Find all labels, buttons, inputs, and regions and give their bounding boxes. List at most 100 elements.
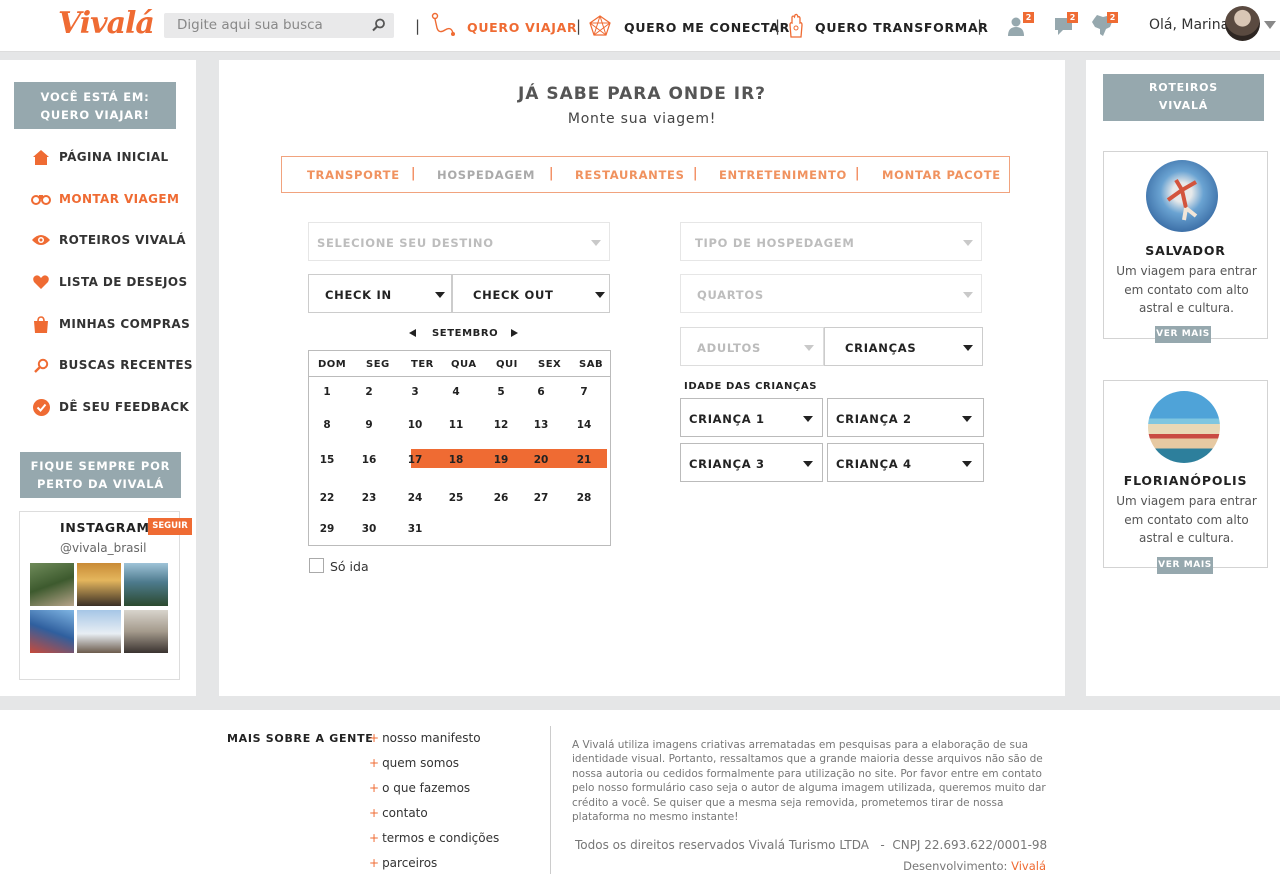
tab-montar-pacote[interactable]: MONTAR PACOTE — [882, 168, 1001, 182]
check-out-label: CHECK OUT — [473, 288, 554, 302]
check-in-select[interactable]: CHECK IN — [308, 274, 452, 313]
calendar-day[interactable]: 9 — [354, 419, 384, 431]
calendar-day[interactable]: 25 — [441, 492, 471, 504]
calendar-day[interactable]: 7 — [569, 386, 599, 398]
calendar-day[interactable]: 10 — [400, 419, 430, 431]
sidebar-item-label: DÊ SEU FEEDBACK — [59, 400, 190, 414]
sidebar-item-lista-de-desejos[interactable]: LISTA DE DESEJOS — [30, 271, 188, 293]
weekday-dom: DOM — [318, 359, 347, 370]
calendar-day[interactable]: 26 — [486, 492, 516, 504]
prev-month-icon[interactable] — [409, 329, 416, 337]
calendar-day[interactable]: 17 — [400, 454, 430, 466]
footer-link-quem-somos[interactable]: + quem somos — [369, 756, 459, 770]
footer-link-label[interactable]: contato — [382, 806, 428, 820]
calendar-day[interactable]: 15 — [312, 454, 342, 466]
adults-select[interactable]: ADULTOS — [680, 327, 824, 366]
route-card-florianopolis[interactable]: FLORIANÓPOLIS Um viagem para entrar em c… — [1103, 380, 1268, 574]
sidebar-item-montar-viagem[interactable]: MONTAR VIAGEM — [30, 188, 179, 210]
child-4-select[interactable]: CRIANÇA 4 — [827, 443, 984, 482]
footer-link-parceiros[interactable]: + parceiros — [369, 856, 437, 870]
search-icon[interactable] — [372, 18, 386, 32]
tab-hospedagem[interactable]: HOSPEDAGEM — [437, 168, 535, 182]
tab-entretenimento[interactable]: ENTRETENIMENTO — [719, 168, 847, 182]
calendar-day[interactable]: 4 — [441, 386, 471, 398]
calendar-day[interactable]: 21 — [569, 454, 599, 466]
footer-link-termos[interactable]: + termos e condições — [369, 831, 499, 845]
ver-mais-button[interactable]: VER MAIS — [1157, 557, 1213, 574]
calendar-day[interactable]: 13 — [526, 419, 556, 431]
calendar-day[interactable]: 23 — [354, 492, 384, 504]
footer-link-label[interactable]: termos e condições — [382, 831, 499, 845]
route-card-salvador[interactable]: SALVADOR Um viagem para entrar em contat… — [1103, 151, 1268, 343]
page-subtitle: Monte sua viagem! — [567, 111, 717, 127]
chevron-down-icon[interactable] — [1264, 21, 1276, 29]
calendar-day[interactable]: 16 — [354, 454, 384, 466]
footer-dev-link[interactable]: Vivalá — [1011, 859, 1046, 873]
calendar-day[interactable]: 2 — [354, 386, 384, 398]
calendar-day[interactable]: 19 — [486, 454, 516, 466]
next-month-icon[interactable] — [511, 329, 518, 337]
weekday-qua: QUA — [451, 359, 477, 370]
calendar-day[interactable]: 5 — [486, 386, 516, 398]
child-2-select[interactable]: CRIANÇA 2 — [827, 398, 984, 437]
calendar-day[interactable]: 18 — [441, 454, 471, 466]
lodging-type-select[interactable]: TIPO DE HOSPEDAGEM — [680, 222, 982, 261]
calendar-day[interactable]: 22 — [312, 492, 342, 504]
calendar-day[interactable]: 20 — [526, 454, 556, 466]
destination-select[interactable]: SELECIONE SEU DESTINO — [308, 222, 610, 261]
instagram-photo[interactable] — [124, 610, 168, 653]
calendar-day[interactable]: 24 — [400, 492, 430, 504]
footer-link-label[interactable]: nosso manifesto — [382, 731, 481, 745]
calendar-day[interactable]: 31 — [400, 523, 430, 535]
footer-disclaimer: A Vivalá utiliza imagens criativas arrem… — [572, 739, 1046, 824]
location-label: VOCÊ ESTÁ EM: — [40, 90, 150, 104]
sidebar-item-de-seu-feedback[interactable]: DÊ SEU FEEDBACK — [30, 396, 189, 418]
search-input[interactable]: Digite aqui sua busca — [177, 17, 323, 33]
instagram-photo[interactable] — [77, 563, 121, 606]
instagram-photo[interactable] — [124, 563, 168, 606]
tab-transporte[interactable]: TRANSPORTE — [307, 168, 400, 182]
calendar-day[interactable]: 11 — [441, 419, 471, 431]
follow-button[interactable]: SEGUIR — [148, 518, 192, 535]
footer-link-contato[interactable]: + contato — [369, 806, 428, 820]
rooms-select[interactable]: QUARTOS — [680, 274, 982, 313]
check-out-select[interactable]: CHECK OUT — [452, 274, 610, 313]
search-box[interactable]: Digite aqui sua busca — [164, 13, 394, 38]
calendar-day[interactable]: 8 — [312, 419, 342, 431]
avatar[interactable] — [1225, 6, 1260, 41]
calendar-day[interactable]: 27 — [526, 492, 556, 504]
calendar-day[interactable]: 28 — [569, 492, 599, 504]
footer-link-label[interactable]: o que fazemos — [382, 781, 470, 795]
nav-quero-viajar[interactable]: QUERO VIAJAR — [467, 20, 577, 35]
one-way-checkbox[interactable] — [309, 558, 324, 573]
calendar-day[interactable]: 12 — [486, 419, 516, 431]
child-1-select[interactable]: CRIANÇA 1 — [680, 398, 823, 437]
nav-quero-transformar[interactable]: QUERO TRANSFORMAR — [815, 20, 989, 35]
calendar-day[interactable]: 3 — [400, 386, 430, 398]
sidebar-item-buscas-recentes[interactable]: BUSCAS RECENTES — [30, 354, 193, 376]
calendar-day[interactable]: 29 — [312, 523, 342, 535]
instagram-photo[interactable] — [30, 610, 74, 653]
tab-divider: | — [693, 166, 698, 181]
children-label: CRIANÇAS — [845, 341, 917, 355]
calendar-day[interactable]: 14 — [569, 419, 599, 431]
calendar-day[interactable]: 30 — [354, 523, 384, 535]
tab-restaurantes[interactable]: RESTAURANTES — [575, 168, 685, 182]
footer-link-label[interactable]: parceiros — [382, 856, 437, 870]
sidebar-item-roteiros-vivala[interactable]: ROTEIROS VIVALÁ — [30, 229, 186, 251]
footer-link-o-que-fazemos[interactable]: + o que fazemos — [369, 781, 470, 795]
calendar-day[interactable]: 6 — [526, 386, 556, 398]
calendar-day[interactable]: 1 — [312, 386, 342, 398]
instagram-photo[interactable] — [77, 610, 121, 653]
footer-link-manifesto[interactable]: + nosso manifesto — [369, 731, 481, 745]
child-3-select[interactable]: CRIANÇA 3 — [680, 443, 823, 482]
instagram-photo[interactable] — [30, 563, 74, 606]
vivala-logo[interactable]: Vivalá — [58, 6, 155, 41]
children-select[interactable]: CRIANÇAS — [824, 327, 983, 366]
ver-mais-button[interactable]: VER MAIS — [1155, 326, 1211, 343]
sidebar-item-pagina-inicial[interactable]: PÁGINA INICIAL — [30, 146, 169, 168]
nav-quero-me-conectar[interactable]: QUERO ME CONECTAR — [624, 20, 790, 35]
sidebar-item-minhas-compras[interactable]: MINHAS COMPRAS — [30, 313, 190, 335]
user-greeting[interactable]: Olá, Marina — [1149, 17, 1229, 33]
footer-link-label[interactable]: quem somos — [382, 756, 459, 770]
